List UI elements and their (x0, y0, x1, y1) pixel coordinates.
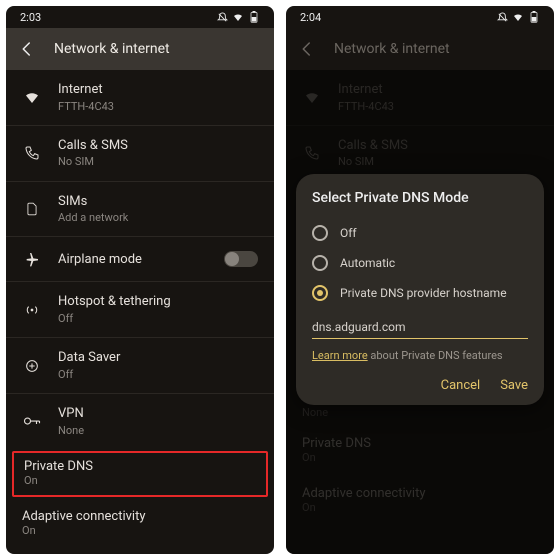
radio-label: Off (340, 226, 357, 240)
row-private-dns-highlighted[interactable]: Private DNS On (12, 451, 268, 497)
page-title: Network & internet (54, 41, 170, 57)
row-subtitle: Add a network (58, 211, 258, 224)
wifi-icon (22, 87, 42, 107)
back-icon[interactable] (18, 40, 36, 58)
row-title: Internet (58, 82, 258, 98)
row-title: VPN (58, 406, 258, 422)
phone-icon (22, 143, 42, 163)
battery-icon (248, 11, 260, 23)
page-title: Network & internet (334, 41, 450, 57)
wifi-icon (232, 11, 244, 23)
row-title: Hotspot & tethering (58, 294, 258, 310)
battery-icon (528, 11, 540, 23)
status-icons (496, 11, 540, 23)
row-title: Adaptive connectivity (22, 509, 258, 524)
row-hotspot[interactable]: Hotspot & tethering Off (6, 282, 274, 338)
wifi-icon (512, 11, 524, 23)
row-subtitle: Off (58, 368, 258, 381)
phone-right: 2:04 Network & internet Internet FT (286, 6, 554, 554)
dnd-icon (496, 11, 508, 23)
row-subtitle: FTTH-4C43 (58, 100, 258, 113)
status-icons (216, 11, 260, 23)
back-icon (298, 40, 316, 58)
status-bar: 2:04 (286, 6, 554, 28)
airplane-icon (22, 249, 42, 269)
hostname-input[interactable]: dns.adguard.com (312, 316, 528, 339)
clock: 2:03 (20, 11, 41, 24)
dialog-title: Select Private DNS Mode (312, 190, 528, 206)
cancel-button[interactable]: Cancel (441, 378, 481, 393)
learn-more-link[interactable]: Learn more (312, 349, 368, 362)
learn-more-line: Learn more about Private DNS features (312, 349, 528, 362)
sim-icon (22, 199, 42, 219)
radio-automatic[interactable]: Automatic (312, 248, 528, 278)
hotspot-icon (22, 300, 42, 320)
row-adaptive[interactable]: Adaptive connectivity On (6, 499, 274, 547)
row-title: SIMs (58, 194, 258, 210)
app-header: Network & internet (6, 28, 274, 70)
row-title: Private DNS (24, 459, 256, 474)
dnd-icon (216, 11, 228, 23)
row-calls-sms[interactable]: Calls & SMS No SIM (6, 126, 274, 182)
vpn-key-icon (22, 411, 42, 431)
save-button[interactable]: Save (500, 378, 528, 393)
status-bar: 2:03 (6, 6, 274, 28)
radio-icon-selected (312, 285, 328, 301)
row-sims[interactable]: SIMs Add a network (6, 182, 274, 238)
radio-icon (312, 255, 328, 271)
row-title: Airplane mode (58, 252, 208, 268)
row-datasaver[interactable]: Data Saver Off (6, 338, 274, 394)
hostname-value: dns.adguard.com (312, 320, 405, 334)
airplane-toggle[interactable] (224, 251, 258, 267)
row-vpn[interactable]: VPN None (6, 394, 274, 449)
radio-off[interactable]: Off (312, 218, 528, 248)
row-subtitle: On (24, 474, 256, 487)
radio-icon (312, 225, 328, 241)
radio-label: Private DNS provider hostname (340, 286, 507, 300)
settings-list: Internet FTTH-4C43 Calls & SMS No SIM SI… (6, 70, 274, 449)
row-title: Data Saver (58, 350, 258, 366)
row-title: Calls & SMS (58, 138, 258, 154)
row-subtitle: None (58, 424, 258, 437)
datasaver-icon (22, 356, 42, 376)
private-dns-dialog: Select Private DNS Mode Off Automatic Pr… (296, 174, 544, 405)
radio-hostname[interactable]: Private DNS provider hostname (312, 278, 528, 308)
phone-left: 2:03 Network & internet Internet F (6, 6, 274, 554)
row-internet[interactable]: Internet FTTH-4C43 (6, 70, 274, 126)
clock: 2:04 (300, 11, 321, 24)
row-airplane[interactable]: Airplane mode (6, 237, 274, 282)
row-subtitle: On (22, 524, 258, 537)
row-subtitle: No SIM (58, 155, 258, 168)
app-header: Network & internet (286, 28, 554, 70)
row-subtitle: Off (58, 312, 258, 325)
radio-label: Automatic (340, 256, 395, 270)
